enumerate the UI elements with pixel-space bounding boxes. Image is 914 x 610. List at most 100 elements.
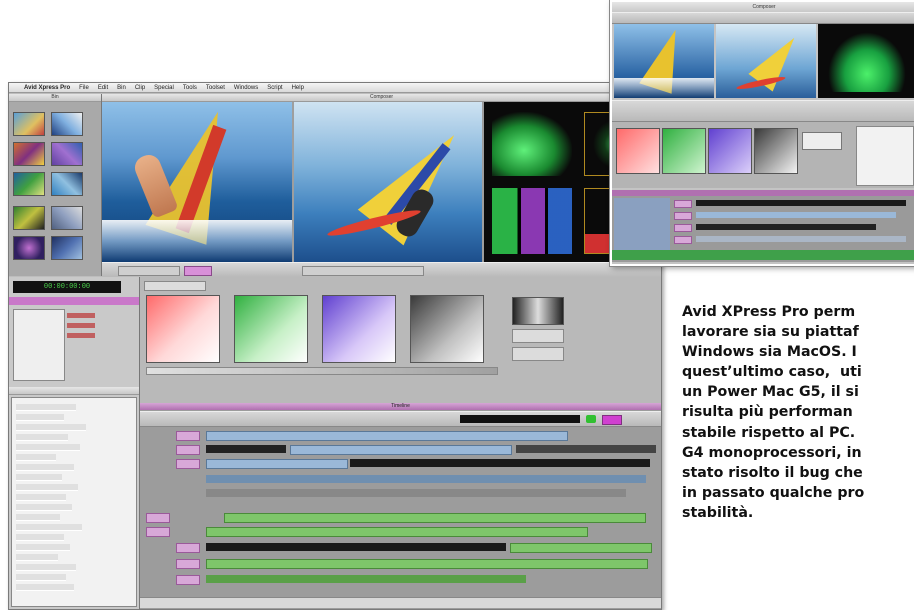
menu-edit[interactable]: Edit: [98, 83, 108, 92]
audio-clip[interactable]: [206, 527, 588, 537]
menu-windows[interactable]: Windows: [234, 83, 258, 92]
menu-file[interactable]: File: [79, 83, 89, 92]
inset-bin-list[interactable]: [614, 198, 670, 256]
menu-help[interactable]: Help: [292, 83, 304, 92]
timeline-clip[interactable]: [206, 475, 646, 483]
effect-list[interactable]: [13, 309, 65, 381]
audio-clip[interactable]: [206, 543, 506, 551]
list-item[interactable]: [16, 404, 76, 411]
bin-thumbnail[interactable]: [13, 142, 45, 166]
curves-master[interactable]: [754, 128, 798, 174]
bin-thumbnail[interactable]: [13, 206, 45, 230]
audio-clip[interactable]: [206, 559, 648, 569]
menu-toolset[interactable]: Toolset: [206, 83, 225, 92]
timeline-clip[interactable]: [350, 459, 650, 467]
list-item[interactable]: [16, 454, 56, 461]
curves-green[interactable]: [234, 295, 308, 363]
bin-thumbnail[interactable]: [51, 112, 83, 136]
bin-thumbnail[interactable]: [13, 172, 45, 196]
timeline-clip[interactable]: [206, 445, 286, 453]
stop-button[interactable]: [602, 415, 622, 425]
list-item[interactable]: [16, 574, 66, 581]
track-label-a5[interactable]: [176, 575, 200, 585]
track-label-a1[interactable]: [146, 513, 170, 523]
bin-thumbnail[interactable]: [51, 142, 83, 166]
bin-list[interactable]: [11, 397, 137, 607]
track-label[interactable]: [674, 212, 692, 220]
bin-thumbnail[interactable]: [51, 236, 83, 260]
list-item[interactable]: [16, 414, 64, 421]
bin-thumbnail[interactable]: [51, 172, 83, 196]
list-item[interactable]: [16, 484, 78, 491]
transport-button[interactable]: [118, 266, 180, 276]
list-item[interactable]: [16, 524, 82, 531]
curves-red[interactable]: [616, 128, 660, 174]
timeline-clip[interactable]: [696, 236, 906, 242]
color-correction-tabs[interactable]: [144, 281, 206, 291]
timeline-clip[interactable]: [206, 489, 626, 497]
list-item[interactable]: [16, 544, 70, 551]
audio-clip[interactable]: [224, 513, 646, 523]
color-match-swatch[interactable]: [802, 132, 842, 150]
record-monitor-frame[interactable]: [294, 102, 482, 262]
list-item[interactable]: [16, 424, 86, 431]
inset-source-frame[interactable]: [614, 24, 714, 98]
inset-record-frame[interactable]: [716, 24, 816, 98]
color-slider-row[interactable]: [146, 367, 498, 375]
track-label-a2[interactable]: [146, 527, 170, 537]
track-label[interactable]: [674, 200, 692, 208]
color-match-button[interactable]: [512, 347, 564, 361]
track-label-a3[interactable]: [176, 543, 200, 553]
bin-thumbnail[interactable]: [51, 206, 83, 230]
curves-blue[interactable]: [708, 128, 752, 174]
menu-bin[interactable]: Bin: [117, 83, 126, 92]
track-label[interactable]: [674, 224, 692, 232]
track-label-v3[interactable]: [176, 431, 200, 441]
list-item[interactable]: [16, 514, 60, 521]
list-item[interactable]: [16, 444, 80, 451]
menu-app[interactable]: Avid Xpress Pro: [24, 83, 70, 92]
timeline-scrollbar[interactable]: [612, 250, 914, 260]
timeline-clip[interactable]: [696, 212, 896, 218]
list-item[interactable]: [16, 584, 74, 591]
list-item[interactable]: [16, 554, 58, 561]
effect-item[interactable]: [67, 313, 95, 318]
curves-green[interactable]: [662, 128, 706, 174]
menu-clip[interactable]: Clip: [135, 83, 145, 92]
track-label-a4[interactable]: [176, 559, 200, 569]
curves-master[interactable]: [410, 295, 484, 363]
settings-list[interactable]: [856, 126, 914, 186]
menu-special[interactable]: Special: [154, 83, 174, 92]
menu-script[interactable]: Script: [267, 83, 282, 92]
list-item[interactable]: [16, 494, 66, 501]
bin-thumbnail[interactable]: [13, 112, 45, 136]
record-button[interactable]: [586, 415, 596, 423]
audio-clip[interactable]: [510, 543, 652, 553]
list-item[interactable]: [16, 434, 68, 441]
effect-item[interactable]: [67, 333, 95, 338]
timeline-clip[interactable]: [206, 459, 348, 469]
timeline-scrollbar[interactable]: [140, 597, 661, 608]
color-match-swatch[interactable]: [512, 297, 564, 325]
list-item[interactable]: [16, 534, 64, 541]
timeline-clip[interactable]: [696, 224, 876, 230]
timeline-clip[interactable]: [206, 431, 568, 441]
timeline-clip[interactable]: [290, 445, 512, 455]
menu-tools[interactable]: Tools: [183, 83, 197, 92]
curves-red[interactable]: [146, 295, 220, 363]
list-item[interactable]: [16, 564, 76, 571]
color-match-button[interactable]: [512, 329, 564, 343]
timeline-clip[interactable]: [696, 200, 906, 206]
curves-blue[interactable]: [322, 295, 396, 363]
list-item[interactable]: [16, 464, 74, 471]
bin-thumbnail[interactable]: [13, 236, 45, 260]
list-item[interactable]: [16, 504, 72, 511]
audio-clip[interactable]: [206, 575, 526, 583]
track-label[interactable]: [674, 236, 692, 244]
transport-button[interactable]: [302, 266, 424, 276]
effect-item[interactable]: [67, 323, 95, 328]
track-label-v1[interactable]: [176, 459, 200, 469]
mark-in-button[interactable]: [184, 266, 212, 276]
source-monitor-frame[interactable]: [102, 102, 292, 262]
timeline-clip[interactable]: [516, 445, 656, 453]
